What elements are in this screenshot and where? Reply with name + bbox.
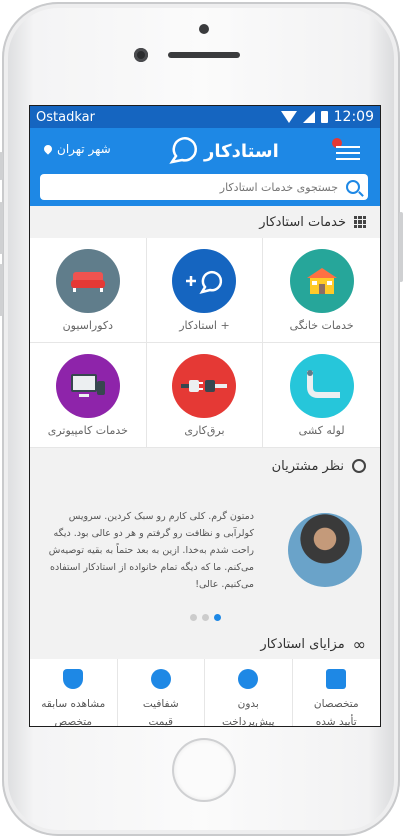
signal-icon <box>302 111 315 123</box>
service-electrical[interactable]: برق‌کاری <box>146 343 264 448</box>
services-header: خدمات استادکار <box>30 206 380 238</box>
shield-check-icon <box>63 669 84 689</box>
reviews-header: نظر مشتریان <box>30 448 380 484</box>
advantage-price[interactable]: شفافیت قیمت <box>118 659 205 726</box>
search-bar[interactable] <box>40 174 368 200</box>
location-pin-icon <box>42 143 54 155</box>
pipe-icon <box>289 353 354 418</box>
carrier-name: Ostadkar <box>36 109 95 125</box>
advantage-verified[interactable]: متخصصان تأیید شده <box>293 659 381 726</box>
services-grid: دکوراسیون استادکار + خدمات خانگی خدمات ک… <box>30 238 380 448</box>
logo-bubble-icon <box>169 137 197 164</box>
carousel-dot[interactable] <box>189 614 197 621</box>
service-decoration[interactable]: دکوراسیون <box>30 238 147 343</box>
wifi-icon <box>280 111 297 123</box>
service-label: لوله کشی <box>298 423 345 437</box>
search-icon[interactable] <box>346 180 360 194</box>
plus-logo-icon <box>172 248 237 313</box>
id-badge-icon <box>326 669 347 689</box>
logo-text: استادکار <box>204 140 279 162</box>
power-button <box>399 212 403 282</box>
battery-icon <box>320 111 328 123</box>
sensor-dot <box>199 24 209 34</box>
star-badge-icon <box>238 669 259 689</box>
service-label: خدمات کامپیوتری <box>47 423 128 437</box>
advantage-label: شفافیت قیمت <box>142 698 179 726</box>
star-badge-icon <box>150 669 171 689</box>
computer-icon <box>55 353 120 418</box>
reviewer-avatar <box>288 513 362 587</box>
clock: 12:09 <box>333 109 374 125</box>
advantage-label: متخصصان تأیید شده <box>313 698 359 726</box>
service-computer[interactable]: خدمات کامپیوتری <box>30 343 147 448</box>
hamburger-menu-icon[interactable] <box>336 142 360 164</box>
volume-up-button <box>0 202 3 254</box>
carousel-dots <box>30 608 380 629</box>
service-ostadkar-plus[interactable]: استادکار + <box>146 238 264 343</box>
status-bar: Ostadkar 12:09 <box>30 106 380 128</box>
search-input[interactable] <box>86 179 340 195</box>
reviews-title: نظر مشتریان <box>271 458 344 474</box>
infinity-icon: ∞ <box>352 634 366 654</box>
review-text: دمتون گرم. کلی کارم رو سبک کردین. سرویس … <box>48 510 254 590</box>
service-plumbing[interactable]: لوله کشی <box>263 343 380 448</box>
services-title: خدمات استادکار <box>259 214 346 230</box>
service-label: برق‌کاری <box>184 423 225 437</box>
app-header: شهر تهران استادکار <box>30 128 380 206</box>
service-label: دکوراسیون <box>62 318 114 332</box>
advantages-header: مزایای استادکار ∞ <box>30 629 380 659</box>
grid-icon <box>354 216 366 228</box>
mute-switch <box>0 152 3 180</box>
app-logo: استادکار <box>166 134 279 168</box>
earpiece-speaker <box>168 52 240 58</box>
app-screen: Ostadkar 12:09 شهر تهران استادکار جستجوی… <box>29 105 381 727</box>
service-label: استادکار + <box>179 318 230 332</box>
advantage-no-prepay[interactable]: بدون پیش‌پرداخت <box>205 659 293 726</box>
city-selector[interactable]: شهر تهران <box>42 142 111 156</box>
advantage-history[interactable]: مشاهده سابقه متخصص <box>30 659 118 726</box>
advantages-row: مشاهده سابقه متخصص شفافیت قیمت بدون پیش‌پرد… <box>30 659 380 726</box>
volume-down-button <box>0 264 3 316</box>
city-label: شهر تهران <box>57 142 111 156</box>
front-camera <box>134 48 148 62</box>
sofa-icon <box>55 248 120 313</box>
advantage-label: مشاهده سابقه متخصص <box>41 698 106 726</box>
plug-icon <box>172 353 237 418</box>
house-icon <box>289 248 354 313</box>
advantage-label: بدون پیش‌پرداخت <box>221 698 275 726</box>
home-button[interactable] <box>174 740 234 800</box>
review-card[interactable]: دمتون گرم. کلی کارم رو سبک کردین. سرویس … <box>30 484 380 608</box>
face-icon <box>352 459 366 473</box>
carousel-dot-active[interactable] <box>213 614 221 621</box>
phone-frame: Ostadkar 12:09 شهر تهران استادکار جستجوی… <box>0 2 403 836</box>
advantages-title: مزایای استادکار <box>260 636 345 652</box>
service-home[interactable]: خدمات خانگی <box>263 238 380 343</box>
carousel-dot[interactable] <box>201 614 209 621</box>
service-label: خدمات خانگی <box>289 318 354 332</box>
status-icons: 12:09 <box>280 109 374 125</box>
